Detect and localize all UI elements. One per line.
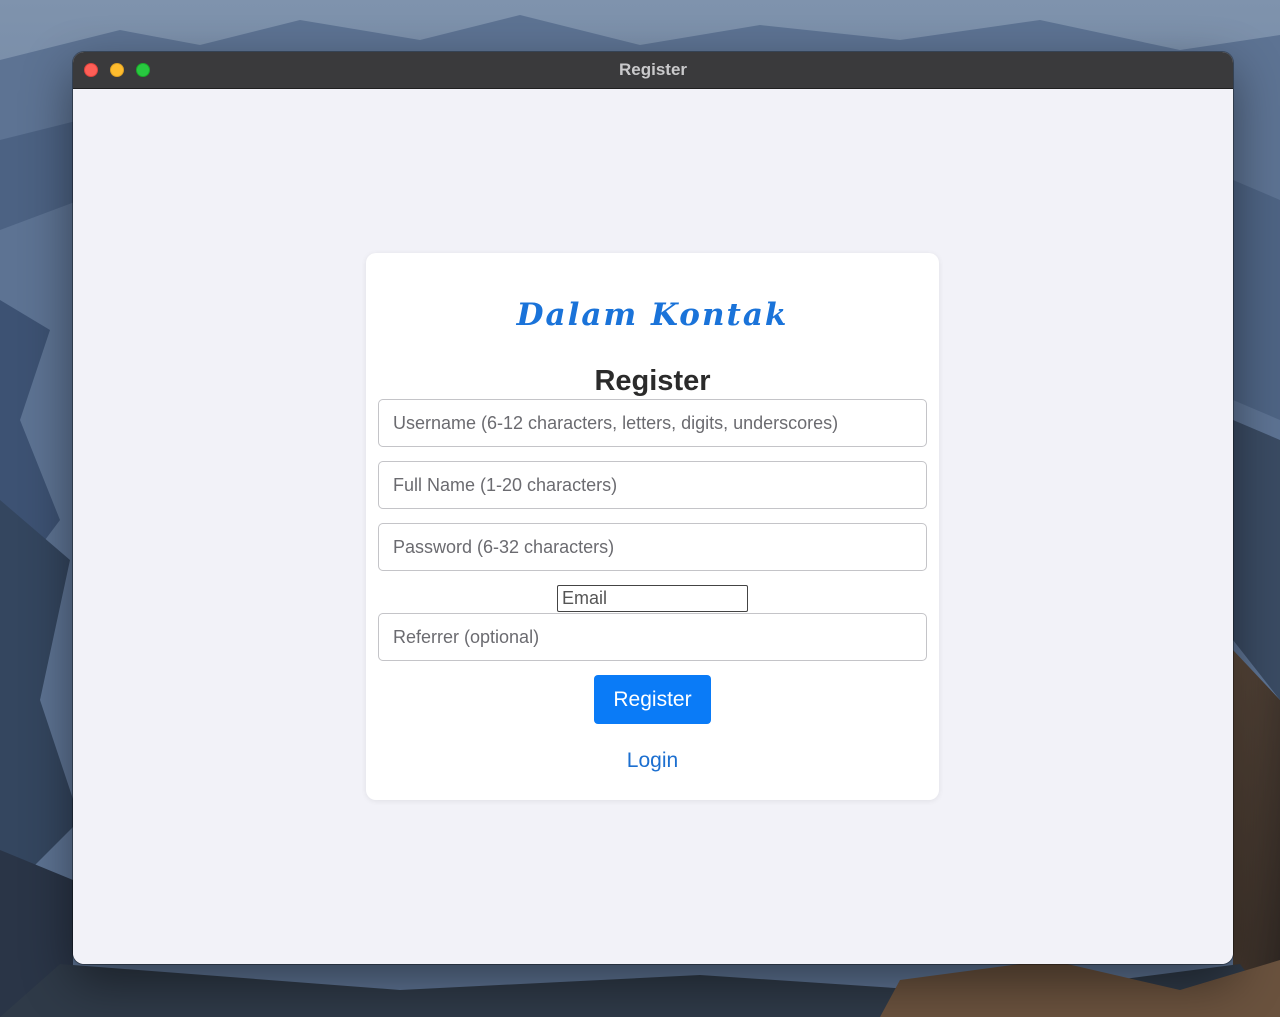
register-card: Dalam Kontak Register Register Login <box>366 253 939 800</box>
register-button[interactable]: Register <box>594 675 711 724</box>
full-name-input[interactable] <box>378 461 927 509</box>
window-titlebar[interactable]: Register <box>73 52 1233 89</box>
password-input[interactable] <box>378 523 927 571</box>
page-content: Dalam Kontak Register Register Login <box>73 89 1233 964</box>
app-window: Register Dalam Kontak Register Register … <box>73 52 1233 964</box>
referrer-input[interactable] <box>378 613 927 661</box>
email-input[interactable] <box>557 585 748 612</box>
brand-logo-text: Dalam Kontak <box>516 297 789 333</box>
username-input[interactable] <box>378 399 927 447</box>
login-link[interactable]: Login <box>366 749 939 773</box>
window-title: Register <box>618 60 688 79</box>
page-title: Register <box>594 365 711 397</box>
